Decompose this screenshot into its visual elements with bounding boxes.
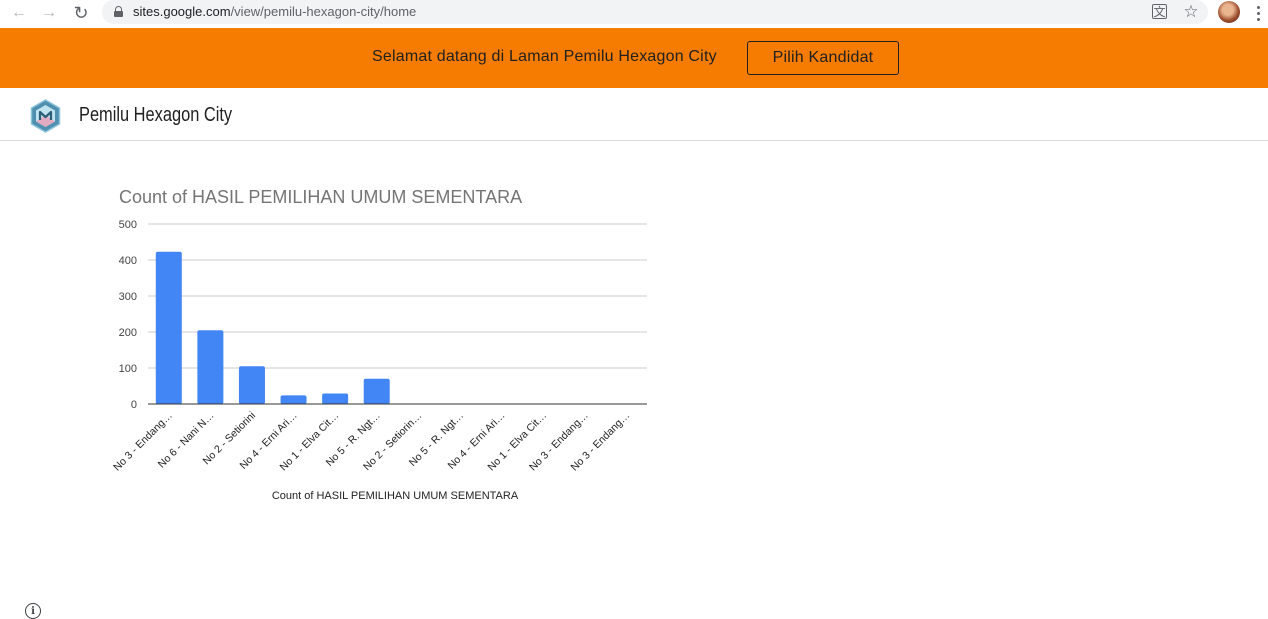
info-icon[interactable]: i <box>25 603 41 619</box>
pilih-kandidat-button[interactable]: Pilih Kandidat <box>747 41 899 75</box>
url-host: sites.google.com <box>133 4 231 19</box>
forward-arrow-icon[interactable]: → <box>38 2 60 24</box>
site-header: Pemilu Hexagon City <box>0 88 1268 141</box>
site-logo-icon[interactable] <box>30 99 61 133</box>
bar <box>322 393 349 404</box>
bar <box>238 366 265 404</box>
address-bar[interactable]: sites.google.com/view/pemilu-hexagon-cit… <box>102 0 1208 24</box>
url-path: /view/pemilu-hexagon-city/home <box>230 4 417 19</box>
banner-text: Selamat datang di Laman Pemilu Hexagon C… <box>372 48 717 65</box>
lock-icon[interactable] <box>114 6 123 17</box>
y-tick-label: 100 <box>119 363 137 375</box>
x-axis-title: Count of HASIL PEMILIHAN UMUM SEMENTARA <box>272 490 519 502</box>
reload-icon[interactable]: ↻ <box>70 2 92 24</box>
bar <box>280 395 307 404</box>
y-tick-label: 400 <box>119 255 137 267</box>
url-text[interactable]: sites.google.com/view/pemilu-hexagon-cit… <box>133 4 416 19</box>
browser-menu-icon[interactable] <box>1250 2 1266 24</box>
announcement-banner: Selamat datang di Laman Pemilu Hexagon C… <box>0 28 1268 88</box>
chart-title: Count of HASIL PEMILIHAN UMUM SEMENTARA <box>119 187 523 207</box>
y-tick-label: 200 <box>119 327 137 339</box>
y-tick-label: 500 <box>119 219 137 231</box>
bar <box>155 251 182 404</box>
bookmark-star-icon[interactable]: ☆ <box>1181 2 1201 22</box>
y-tick-label: 0 <box>131 399 137 411</box>
bar <box>197 330 224 404</box>
profile-avatar[interactable] <box>1218 1 1240 23</box>
translate-icon[interactable]: 文 <box>1152 4 1167 19</box>
y-tick-label: 300 <box>119 291 137 303</box>
site-title[interactable]: Pemilu Hexagon City <box>79 104 232 127</box>
browser-toolbar: ← → ↻ sites.google.com/view/pemilu-hexag… <box>0 0 1268 26</box>
chart-container: 0 100 200 300 400 500 No 3 - Endang… No 6 - Nan… <box>0 141 700 521</box>
back-arrow-icon[interactable]: ← <box>8 2 30 24</box>
bar <box>363 378 390 404</box>
